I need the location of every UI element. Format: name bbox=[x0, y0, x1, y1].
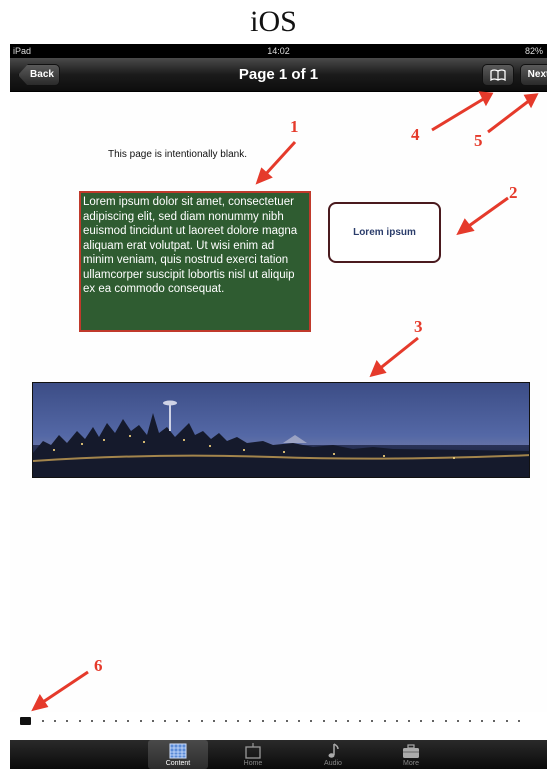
arrow-4 bbox=[431, 96, 486, 132]
page-dot[interactable] bbox=[78, 720, 81, 722]
grid-calendar-icon bbox=[169, 743, 187, 759]
tab-label-content: Content bbox=[165, 760, 191, 767]
annotation-label-3: 3 bbox=[414, 317, 423, 336]
page-dot[interactable] bbox=[103, 720, 105, 722]
tab-bar: Content Home Audio More bbox=[10, 740, 547, 769]
page-dot[interactable] bbox=[90, 720, 93, 722]
annotation-label-5: 5 bbox=[474, 131, 483, 150]
current-page-marker[interactable] bbox=[20, 717, 31, 725]
page-dot[interactable] bbox=[298, 720, 301, 722]
arrow-3 bbox=[377, 336, 419, 372]
page-dot[interactable] bbox=[493, 720, 496, 722]
page-dot[interactable] bbox=[54, 720, 57, 722]
page-dot[interactable] bbox=[115, 720, 118, 722]
page-dot[interactable] bbox=[359, 720, 362, 722]
page-dot[interactable] bbox=[432, 720, 435, 722]
arrow-2 bbox=[465, 196, 509, 230]
tab-label-audio: Audio bbox=[324, 760, 342, 767]
page-dot[interactable] bbox=[395, 720, 398, 722]
page-dot[interactable] bbox=[225, 720, 227, 722]
page-indicator[interactable] bbox=[20, 714, 540, 728]
page-dot[interactable] bbox=[200, 720, 203, 722]
page-dot[interactable] bbox=[444, 720, 447, 722]
arrow-6 bbox=[39, 670, 89, 706]
page-dot[interactable] bbox=[139, 720, 142, 722]
page-dot[interactable] bbox=[286, 720, 288, 722]
page-dot[interactable] bbox=[383, 720, 386, 722]
music-note-icon bbox=[328, 743, 339, 758]
page-dot[interactable] bbox=[517, 720, 520, 722]
annotation-label-6: 6 bbox=[94, 656, 103, 675]
page-dot[interactable] bbox=[322, 720, 325, 722]
annotation-label-2: 2 bbox=[509, 183, 518, 202]
page-dot[interactable] bbox=[261, 720, 264, 722]
page-dot[interactable] bbox=[188, 720, 191, 722]
arrow-1 bbox=[262, 140, 297, 178]
page-dot[interactable] bbox=[347, 720, 349, 722]
annotation-layer bbox=[31, 91, 539, 712]
page-dot[interactable] bbox=[176, 720, 179, 722]
page-dot[interactable] bbox=[127, 720, 130, 722]
page-dot[interactable] bbox=[456, 720, 459, 722]
tab-more[interactable]: More bbox=[381, 740, 441, 769]
page-dot[interactable] bbox=[237, 720, 240, 722]
page-dot[interactable] bbox=[481, 720, 484, 722]
tab-content[interactable]: Content bbox=[148, 740, 208, 769]
tab-home[interactable]: Home bbox=[223, 740, 283, 769]
page-dot[interactable] bbox=[469, 720, 471, 722]
page-dot[interactable] bbox=[249, 720, 252, 722]
page-dot[interactable] bbox=[310, 720, 313, 722]
annotation-label-1: 1 bbox=[290, 117, 299, 136]
tv-icon bbox=[245, 743, 261, 759]
annotation-label-4: 4 bbox=[411, 125, 420, 144]
page-dot[interactable] bbox=[371, 720, 374, 722]
tab-label-more: More bbox=[403, 760, 419, 767]
tab-label-home: Home bbox=[243, 760, 263, 767]
page-dot[interactable] bbox=[334, 720, 337, 722]
tab-audio[interactable]: Audio bbox=[303, 740, 363, 769]
page-dot[interactable] bbox=[164, 720, 166, 722]
page-dot[interactable] bbox=[212, 720, 215, 722]
page-dot[interactable] bbox=[273, 720, 276, 722]
page-dot[interactable] bbox=[505, 720, 508, 722]
page-dot[interactable] bbox=[151, 720, 154, 722]
page-dot[interactable] bbox=[408, 720, 410, 722]
page-dot[interactable] bbox=[420, 720, 423, 722]
page-dot[interactable] bbox=[42, 720, 44, 722]
briefcase-icon bbox=[403, 744, 419, 758]
page-dot[interactable] bbox=[66, 720, 69, 722]
arrow-5 bbox=[487, 98, 531, 134]
